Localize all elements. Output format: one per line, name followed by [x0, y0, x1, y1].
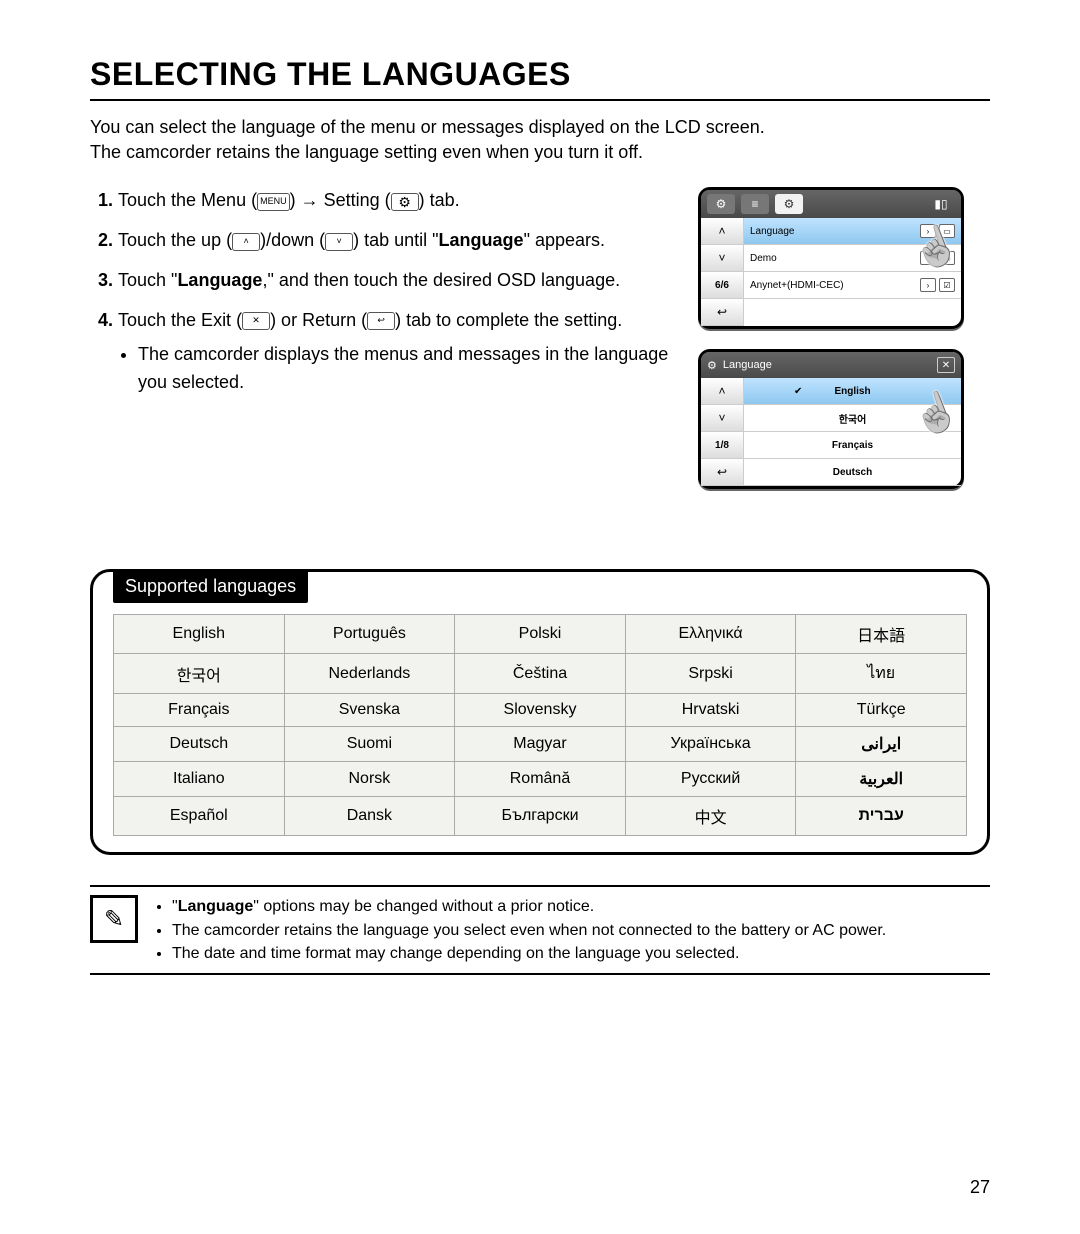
screen2-nav: ˄ ˅ 1/8 ↩	[701, 378, 744, 486]
table-row: EspañolDanskБългарски中文עברית	[114, 797, 967, 836]
screen1-nav: ˄ ˅ 6/6 ↩	[701, 218, 744, 326]
step-4-sub: The camcorder displays the menus and mes…	[138, 341, 678, 397]
table-row: DeutschSuomiMagyarУкраїнськаايرانى	[114, 727, 967, 762]
lcd-screenshot-settings: ☝ ⚙ ≡ ⚙ ▮▯ ˄ ˅ 6/6 ↩ Language›▭	[698, 187, 964, 329]
lcd-screenshot-language: ☝ ⚙ Language ✕ ˄ ˅ 1/8 ↩ ✔English 한국어	[698, 349, 964, 489]
battery-icon: ▮▯	[927, 194, 955, 214]
screen2-titlebar: ⚙ Language ✕	[701, 352, 961, 378]
note-icon: ✎	[90, 895, 138, 943]
nav-page-indicator: 1/8	[701, 432, 743, 459]
title-rule	[90, 99, 990, 101]
step-3: Touch "Language," and then touch the des…	[118, 267, 678, 295]
up-icon: ˄	[232, 233, 260, 251]
table-row: FrançaisSvenskaSlovenskyHrvatskiTürkçe	[114, 694, 967, 727]
down-icon: ˅	[325, 233, 353, 251]
table-row: ItalianoNorskRomânăРусскийالعربية	[114, 762, 967, 797]
gear-icon: ⚙	[391, 193, 419, 211]
intro-text: You can select the language of the menu …	[90, 115, 910, 165]
note-3: The date and time format may change depe…	[172, 942, 886, 965]
nav-up-icon: ˄	[701, 378, 743, 405]
screen2-title: Language	[723, 359, 772, 371]
notes-block: ✎ "Language" options may be changed with…	[90, 885, 990, 975]
check-icon: ✔	[794, 386, 802, 397]
page-number: 27	[970, 1177, 990, 1198]
intro-line-1: You can select the language of the menu …	[90, 117, 765, 137]
supported-languages-box: Supported languages EnglishPortuguêsPols…	[90, 569, 990, 855]
note-2: The camcorder retains the language you s…	[172, 919, 886, 942]
screen1-tabbar: ⚙ ≡ ⚙ ▮▯	[701, 190, 961, 218]
supported-languages-title: Supported languages	[113, 570, 308, 603]
exit-icon: ✕	[242, 312, 270, 330]
list-item: Deutsch	[744, 459, 961, 486]
option-icon: ☑	[939, 278, 955, 292]
gear-icon: ⚙	[707, 359, 717, 372]
close-icon: ✕	[937, 357, 955, 373]
instruction-steps: Touch the Menu (MENU) → Setting (⚙) tab.…	[90, 187, 678, 408]
nav-down-icon: ˅	[701, 245, 743, 272]
nav-down-icon: ˅	[701, 405, 743, 432]
note-1: "Language" options may be changed withou…	[172, 895, 886, 918]
chevron-right-icon: ›	[920, 278, 936, 292]
table-row: 한국어NederlandsČeštinaSrpskiไทย	[114, 654, 967, 694]
tab-gear-active-icon: ⚙	[775, 194, 803, 214]
step-1: Touch the Menu (MENU) → Setting (⚙) tab.	[118, 187, 678, 215]
tab-gear-icon: ⚙	[707, 194, 735, 214]
step-4: Touch the Exit (✕) or Return (↩) tab to …	[118, 307, 678, 397]
menu-icon: MENU	[257, 193, 290, 211]
intro-line-2: The camcorder retains the language setti…	[90, 142, 643, 162]
nav-page-indicator: 6/6	[701, 272, 743, 299]
nav-return-icon: ↩	[701, 299, 743, 326]
supported-languages-table: EnglishPortuguêsPolskiΕλληνικά日本語 한국어Ned…	[113, 614, 967, 836]
table-row: EnglishPortuguêsPolskiΕλληνικά日本語	[114, 615, 967, 654]
nav-up-icon: ˄	[701, 218, 743, 245]
return-icon: ↩	[367, 312, 395, 330]
tab-list-icon: ≡	[741, 194, 769, 214]
step-2: Touch the up (˄)/down (˅) tab until "Lan…	[118, 227, 678, 255]
nav-return-icon: ↩	[701, 459, 743, 486]
page-title: SELECTING THE LANGUAGES	[90, 56, 990, 93]
list-item: Anynet+(HDMI-CEC)›☑	[744, 272, 961, 299]
notes-list: "Language" options may be changed withou…	[152, 895, 886, 965]
